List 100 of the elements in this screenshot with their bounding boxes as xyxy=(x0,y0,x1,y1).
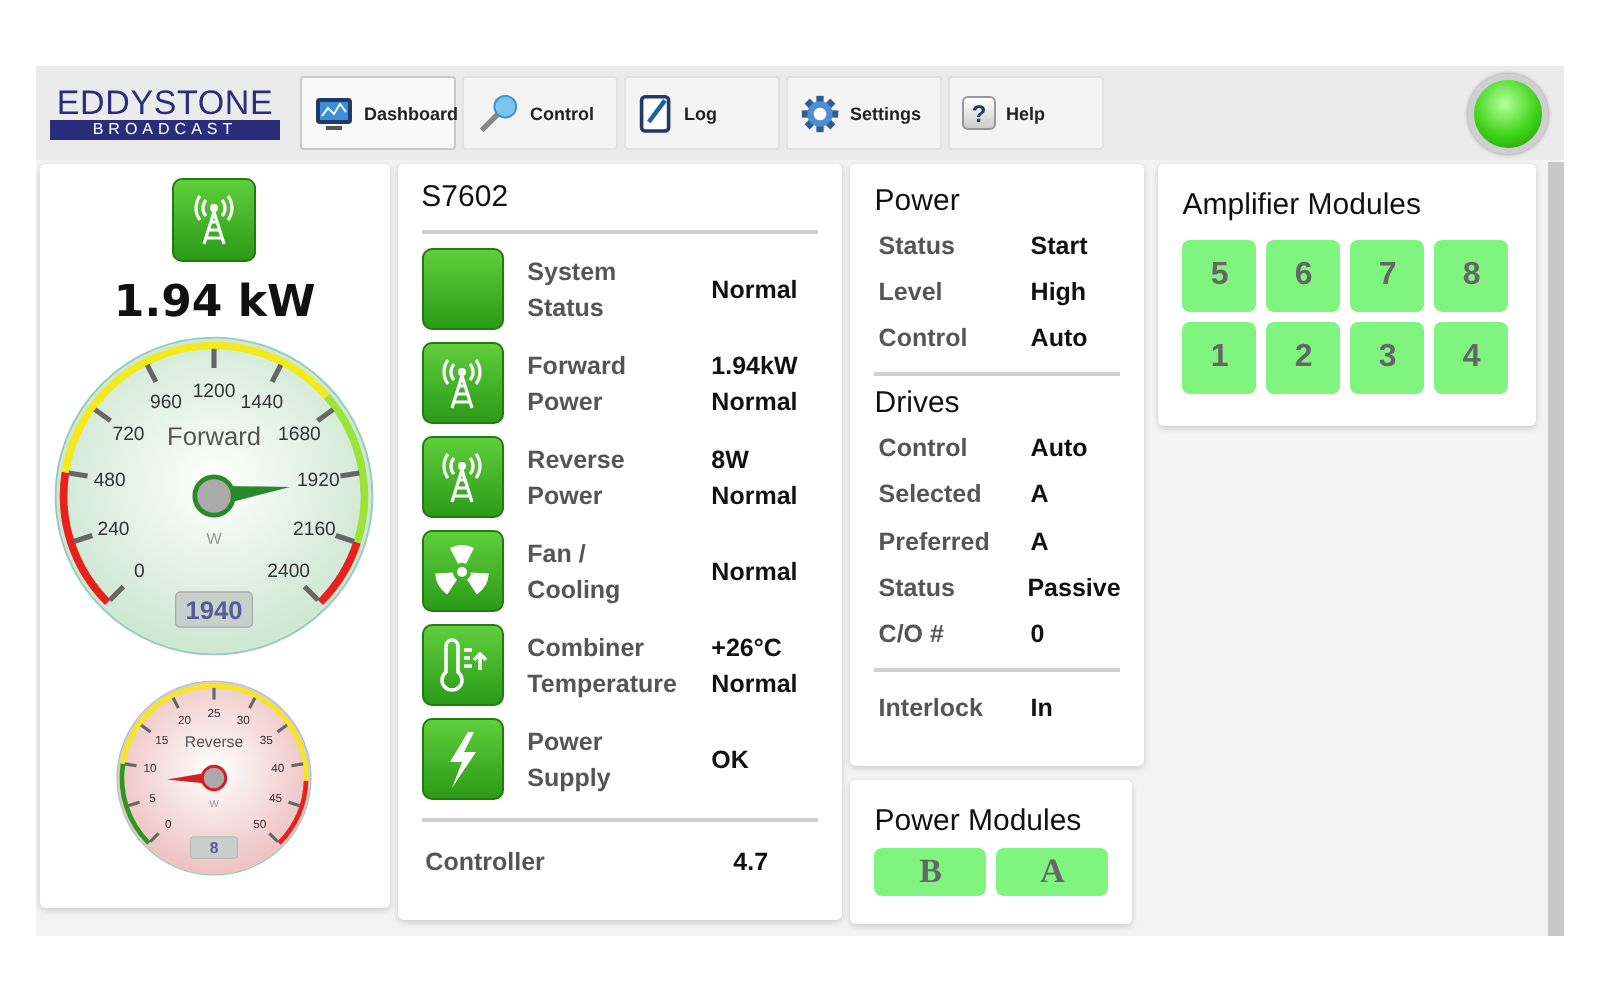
tick-label: 720 xyxy=(113,424,146,447)
status-value: Normal xyxy=(711,385,798,419)
tick-mark xyxy=(291,762,304,768)
tick-label: 960 xyxy=(150,392,183,415)
controller-version: 4.7 xyxy=(733,846,769,880)
notepad-icon xyxy=(638,92,674,134)
thermometer-icon xyxy=(434,637,491,693)
field-label: Interlock xyxy=(878,693,985,722)
status-label: System Status xyxy=(527,255,619,325)
status-value: 8W xyxy=(711,443,751,477)
panel-title: Power Modules xyxy=(874,804,1084,838)
module-tile: 1 xyxy=(1182,322,1257,394)
antenna-tower-icon xyxy=(438,451,487,503)
module-tile: 8 xyxy=(1434,240,1509,312)
status-value: Normal xyxy=(711,273,798,307)
field-value: A xyxy=(1030,480,1049,509)
tick-label: 1920 xyxy=(297,469,341,492)
tick-mark xyxy=(94,407,113,423)
status-value: 1.94kW xyxy=(711,349,798,383)
tick-label: 0 xyxy=(134,561,146,584)
tick-mark xyxy=(288,800,301,808)
field-label: Selected xyxy=(878,480,984,509)
field-value: 0 xyxy=(1030,620,1045,649)
gauge-needle xyxy=(193,474,291,518)
nav-button[interactable]: Control xyxy=(462,76,618,150)
tick-mark xyxy=(268,832,280,843)
module-tile: 7 xyxy=(1350,240,1425,312)
nav-button[interactable]: Settings xyxy=(786,76,942,150)
tick-mark xyxy=(149,832,161,843)
field-value: A xyxy=(1030,527,1049,556)
tick-mark xyxy=(125,762,138,768)
logo-name: EDDYSTONE xyxy=(54,86,276,120)
controller-label: Controller xyxy=(425,846,547,880)
status-value: Normal xyxy=(711,555,798,589)
tick-label: 240 xyxy=(98,519,131,542)
gauge-title: Reverse xyxy=(185,732,244,751)
gauge-reading: 1940 xyxy=(186,595,244,626)
module-tile: 5 xyxy=(1182,240,1257,312)
module-tile: B xyxy=(874,848,987,896)
nav-button[interactable]: Log xyxy=(624,76,780,150)
status-label: Fan / Cooling xyxy=(527,537,623,607)
panel-title: Amplifier Modules xyxy=(1182,188,1424,222)
radiation-fan-icon xyxy=(434,543,491,599)
help-icon: ? xyxy=(962,96,996,130)
field-value: Start xyxy=(1030,231,1088,260)
tick-label: 1680 xyxy=(278,424,322,447)
tick-mark xyxy=(335,533,356,544)
tick-label: 480 xyxy=(94,469,127,492)
tick-label: 1440 xyxy=(241,392,284,415)
tick-label: 1200 xyxy=(193,380,236,403)
status-tile xyxy=(421,248,504,330)
field-label: Control xyxy=(878,433,970,462)
module-tile: 6 xyxy=(1266,240,1341,312)
tick-mark xyxy=(73,533,94,544)
tick-mark xyxy=(145,363,159,384)
monitor-icon xyxy=(314,95,354,131)
tick-mark xyxy=(303,584,321,602)
module-tile: 2 xyxy=(1266,322,1341,394)
field-label: Preferred xyxy=(878,527,992,556)
field-label: Control xyxy=(878,324,970,353)
tick-mark xyxy=(172,696,181,709)
module-tile: 3 xyxy=(1350,322,1425,394)
section-title: Drives xyxy=(874,386,962,421)
module-tile: 4 xyxy=(1434,322,1509,394)
tick-mark xyxy=(128,800,141,808)
status-value: OK xyxy=(711,743,749,777)
status-value: +26°C xyxy=(711,631,784,665)
status-label: Power Supply xyxy=(527,725,613,795)
tick-mark xyxy=(68,470,89,479)
tick-mark xyxy=(140,723,153,734)
tick-mark xyxy=(316,407,336,423)
nav-button[interactable]: Dashboard xyxy=(300,76,456,150)
module-tile: A xyxy=(996,848,1109,896)
field-value: High xyxy=(1030,278,1087,307)
antenna-tower-icon xyxy=(438,357,487,409)
tick-mark xyxy=(248,696,257,709)
section-title: Power xyxy=(874,184,962,218)
logo-tagline: BROADCAST xyxy=(50,120,280,140)
tick-mark xyxy=(270,363,284,384)
tick-mark xyxy=(277,723,289,734)
forward-power-reading: 1.94 kW xyxy=(113,278,316,328)
field-label: Status xyxy=(878,574,957,603)
field-label: C/O # xyxy=(878,620,946,649)
status-value: Normal xyxy=(711,667,798,701)
panel-title: S7602 xyxy=(421,180,511,214)
field-value: Auto xyxy=(1030,324,1088,353)
nav-button[interactable]: ? Help xyxy=(948,76,1104,150)
tick-mark xyxy=(213,687,217,700)
status-label: Forward Power xyxy=(527,349,628,419)
gauge-title: Forward xyxy=(167,420,262,451)
gauge-reading: 8 xyxy=(210,839,219,858)
gauge-needle xyxy=(167,764,228,792)
gear-icon xyxy=(800,93,840,133)
status-label: Combiner Temperature xyxy=(527,631,679,701)
scroll-bar[interactable] xyxy=(1548,162,1564,936)
tick-label: 2160 xyxy=(293,519,337,542)
field-value: Auto xyxy=(1030,433,1088,462)
antenna-tower-icon xyxy=(190,194,239,246)
field-value: Passive xyxy=(1027,574,1121,603)
status-label: Reverse Power xyxy=(527,443,627,513)
